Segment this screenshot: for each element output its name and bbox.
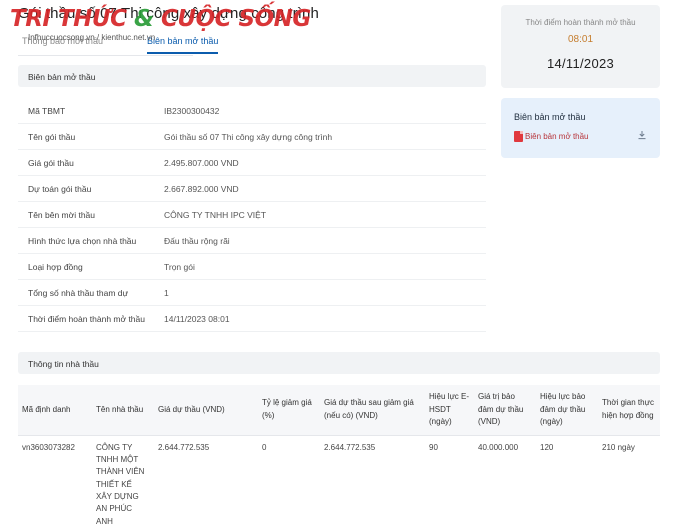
column-header: Giá dự thầu sau giảm giá (nếu có) (VND) xyxy=(320,385,425,435)
cell-guarantee-value: 40.000.000 xyxy=(474,434,536,529)
info-row-estimate: Dự toán gói thầu 2.667.892.000 VND xyxy=(18,176,486,202)
column-header: Hiệu lực E-HSDT (ngày) xyxy=(425,385,474,435)
info-row-package-name: Tên gói thầu Gói thầu số 07 Thi công xây… xyxy=(18,124,486,150)
info-row-contract-type: Loại hợp đồng Trọn gói xyxy=(18,254,486,280)
document-link-label[interactable]: Biên bản mở thầu xyxy=(525,132,589,141)
info-row-bidder-count: Tổng số nhà thầu tham dự 1 xyxy=(18,280,486,306)
column-header: Giá trị bảo đảm dự thầu (VND) xyxy=(474,385,536,435)
table-row: vn3603073282 CÔNG TY TNHH MỘT THÀNH VIÊN… xyxy=(18,434,660,529)
tab-invitation[interactable]: Thông báo mời thầu xyxy=(22,36,103,54)
cell-guarantee-validity: 120 xyxy=(536,434,598,529)
tab-opening-minutes[interactable]: Biên bản mở thầu xyxy=(146,36,219,54)
contractor-table: Mã định danh Tên nhà thầu Giá dự thầu (V… xyxy=(18,385,660,529)
info-value: 2.667.892.000 VND xyxy=(164,183,239,194)
info-row-selection-method: Hình thức lựa chọn nhà thầu Đấu thầu rộn… xyxy=(18,228,486,254)
cell-discount: 0 xyxy=(258,434,320,529)
info-label: Tổng số nhà thầu tham dự xyxy=(28,287,129,298)
info-row-tbmt: Mã TBMT IB2300300432 xyxy=(18,98,486,124)
page-title: Gói thầu số 07 Thi công xây dựng công tr… xyxy=(18,5,319,22)
info-row-package-price: Giá gói thầu 2.495.807.000 VND xyxy=(18,150,486,176)
info-value: Đấu thầu rộng rãi xyxy=(164,235,230,246)
info-value: 14/11/2023 08:01 xyxy=(164,313,230,324)
column-header: Giá dự thầu (VND) xyxy=(154,385,258,435)
column-header: Hiệu lực bảo đảm dự thầu (ngày) xyxy=(536,385,598,435)
info-value: 2.495.807.000 VND xyxy=(164,157,239,168)
info-label: Dự toán gói thầu xyxy=(28,183,92,194)
info-value: IB2300300432 xyxy=(164,105,220,116)
info-label: Thời điểm hoàn thành mở thầu xyxy=(28,313,145,324)
completion-time-card: Thời điểm hoàn thành mở thầu 08:01 14/11… xyxy=(501,5,660,88)
document-card-title: Biên bản mở thầu xyxy=(514,112,586,122)
column-header: Thời gian thực hiện hợp đồng xyxy=(598,385,660,435)
tab-divider xyxy=(18,55,193,56)
cell-name: CÔNG TY TNHH MỘT THÀNH VIÊN THIẾT KẾ XÂY… xyxy=(92,434,154,529)
completion-time-label: Thời điểm hoàn thành mở thầu xyxy=(525,18,636,27)
info-row-completion-time: Thời điểm hoàn thành mở thầu 14/11/2023 … xyxy=(18,306,486,332)
info-label: Giá gói thầu xyxy=(28,157,74,168)
cell-validity: 90 xyxy=(425,434,474,529)
completion-hour: 08:01 xyxy=(567,34,594,45)
minutes-document-card: Biên bản mở thầu Biên bản mở thầu xyxy=(501,98,660,158)
cell-id: vn3603073282 xyxy=(18,434,92,529)
info-value: Gói thầu số 07 Thi công xây dựng công tr… xyxy=(164,131,333,142)
column-header: Tỷ lệ giảm giá (%) xyxy=(258,385,320,435)
contractor-section-header: Thông tin nhà thầu xyxy=(18,352,660,374)
cell-bid-after-discount: 2.644.772.535 xyxy=(320,434,425,529)
info-label: Tên gói thầu xyxy=(28,131,76,142)
info-value: 1 xyxy=(164,287,169,298)
info-label: Loại hợp đồng xyxy=(28,261,83,272)
completion-date: 14/11/2023 xyxy=(546,56,615,71)
tab-bar: Thông báo mời thầu Biên bản mở thầu xyxy=(22,36,219,54)
opening-section-header: Biên bản mở thầu xyxy=(18,65,486,87)
column-header: Mã định danh xyxy=(18,385,92,435)
pdf-icon xyxy=(514,130,523,142)
info-value: Trọn gói xyxy=(164,261,195,272)
document-link[interactable]: Biên bản mở thầu xyxy=(514,130,647,142)
info-value: CÔNG TY TNHH IPC VIỆT xyxy=(164,209,267,220)
opening-info-table: Mã TBMT IB2300300432 Tên gói thầu Gói th… xyxy=(18,98,486,332)
cell-bid-price: 2.644.772.535 xyxy=(154,434,258,529)
contractor-table-header: Mã định danh Tên nhà thầu Giá dự thầu (V… xyxy=(18,385,660,435)
info-label: Tên bên mời thầu xyxy=(28,209,95,220)
info-label: Mã TBMT xyxy=(28,105,66,116)
cell-duration: 210 ngày xyxy=(598,434,660,529)
info-label: Hình thức lựa chọn nhà thầu xyxy=(28,235,137,246)
info-row-inviter: Tên bên mời thầu CÔNG TY TNHH IPC VIỆT xyxy=(18,202,486,228)
download-icon[interactable] xyxy=(637,130,647,142)
column-header: Tên nhà thầu xyxy=(92,385,154,435)
